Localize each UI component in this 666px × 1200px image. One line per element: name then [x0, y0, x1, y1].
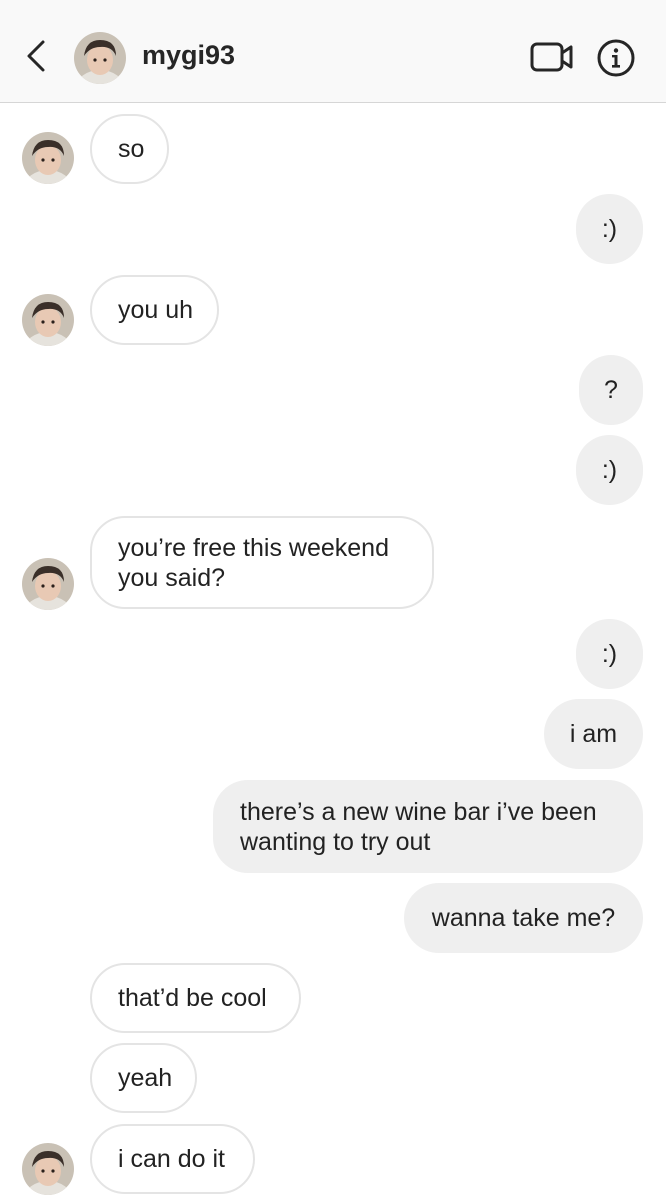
- video-call-button[interactable]: [530, 40, 574, 74]
- chat-username[interactable]: mygi93: [142, 40, 235, 71]
- incoming-message[interactable]: you uh: [90, 275, 219, 345]
- info-circle-icon: [597, 39, 635, 77]
- avatar[interactable]: [74, 32, 126, 84]
- message-line: wanting to try out: [240, 827, 431, 856]
- incoming-message[interactable]: that’d be cool: [90, 963, 301, 1033]
- outgoing-message[interactable]: there’s a new wine bar i’ve been wanting…: [213, 780, 643, 873]
- profile-photo: [74, 32, 126, 84]
- profile-photo: [22, 294, 74, 346]
- chevron-left-icon: [27, 40, 45, 72]
- chat-header: mygi93: [0, 0, 666, 103]
- profile-photo: [22, 1143, 74, 1195]
- incoming-message[interactable]: yeah: [90, 1043, 197, 1113]
- outgoing-message[interactable]: :): [576, 194, 643, 264]
- incoming-message[interactable]: you’re free this weekend you said?: [90, 516, 434, 609]
- back-button[interactable]: [22, 38, 50, 74]
- sender-avatar[interactable]: [22, 1143, 74, 1195]
- sender-avatar[interactable]: [22, 132, 74, 184]
- message-line: there’s a new wine bar i’ve been: [240, 797, 597, 826]
- sender-avatar[interactable]: [22, 558, 74, 610]
- info-button[interactable]: [596, 38, 636, 78]
- sender-avatar[interactable]: [22, 294, 74, 346]
- outgoing-message[interactable]: wanna take me?: [404, 883, 643, 953]
- outgoing-message[interactable]: :): [576, 619, 643, 689]
- profile-photo: [22, 132, 74, 184]
- message-line: you said?: [118, 563, 226, 592]
- incoming-message[interactable]: i can do it: [90, 1124, 255, 1194]
- incoming-message[interactable]: so: [90, 114, 169, 184]
- profile-photo: [22, 558, 74, 610]
- outgoing-message[interactable]: :): [576, 435, 643, 505]
- message-line: you’re free this weekend: [118, 533, 389, 562]
- outgoing-message[interactable]: ?: [579, 355, 643, 425]
- outgoing-message[interactable]: i am: [544, 699, 643, 769]
- video-camera-icon: [530, 42, 573, 72]
